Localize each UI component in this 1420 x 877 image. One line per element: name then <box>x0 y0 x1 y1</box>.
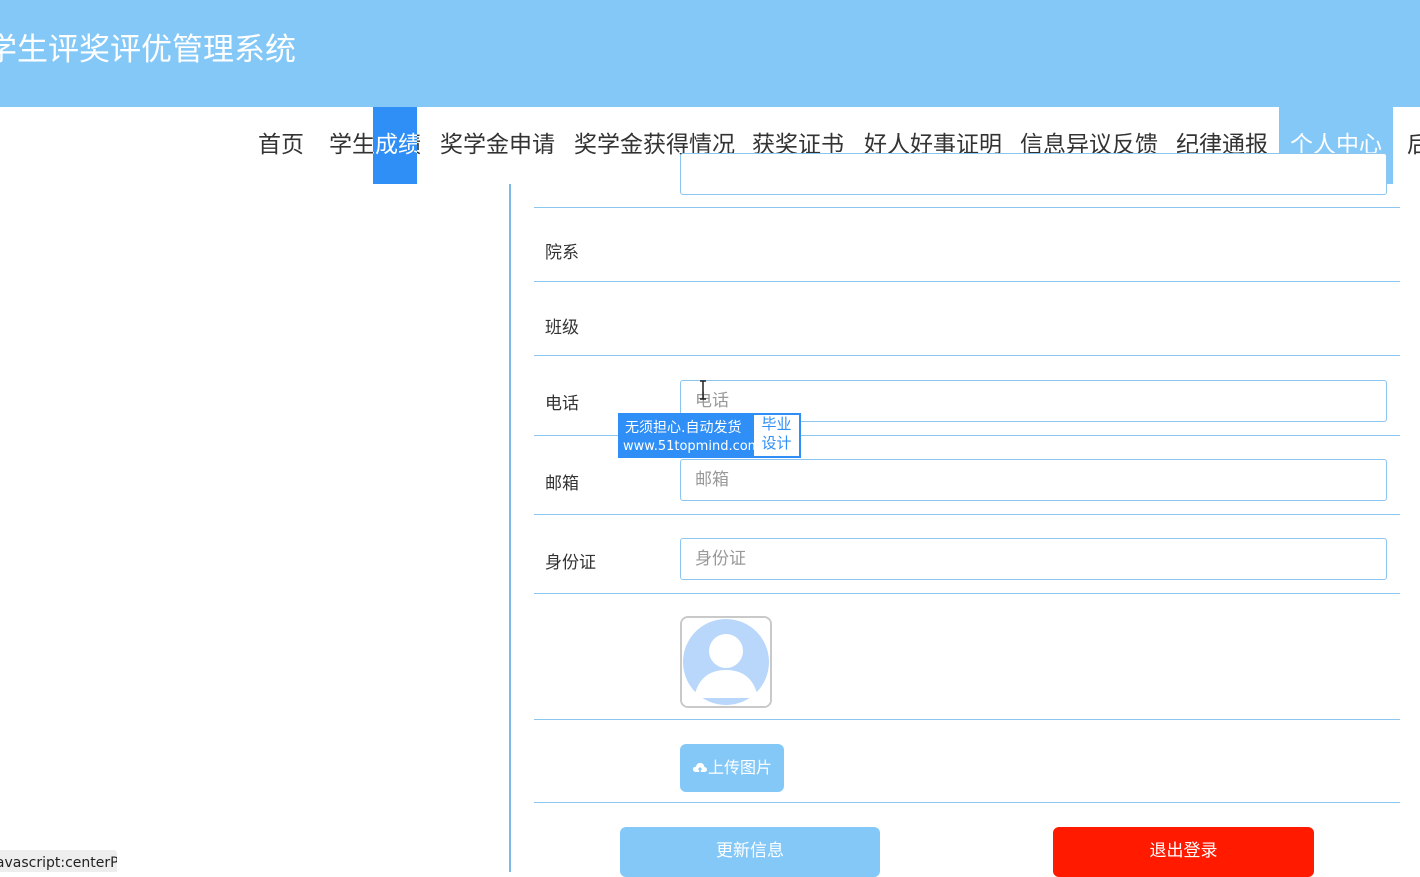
logout-button[interactable]: 退出登录 <box>1053 827 1314 877</box>
nav-cover <box>0 107 1420 184</box>
class-label: 班级 <box>545 318 579 338</box>
row-divider <box>534 719 1400 720</box>
text-cursor-icon <box>700 380 706 400</box>
idcard-label: 身份证 <box>545 553 596 573</box>
phone-label: 电话 <box>545 394 579 414</box>
email-input[interactable]: 邮箱 <box>680 459 1387 501</box>
cloud-upload-icon <box>692 762 708 773</box>
email-label: 邮箱 <box>545 474 579 494</box>
update-info-button[interactable]: 更新信息 <box>620 827 880 877</box>
watermark-badge: 无须担心.自动发货 www.51topmind.com 毕业 设计 <box>618 413 801 458</box>
site-title: 学生评奖评优管理系统 <box>0 32 296 68</box>
row-divider <box>534 281 1400 282</box>
browser-status-bar: javascript:centerPage(); <box>0 850 117 872</box>
watermark-text: 无须担心.自动发货 www.51topmind.com <box>619 414 760 457</box>
row-divider <box>534 593 1400 594</box>
row-divider <box>534 207 1400 208</box>
user-avatar-icon <box>682 618 770 706</box>
watermark-tag-line1: 毕业 <box>761 415 792 433</box>
watermark-line1: 无须担心.自动发货 <box>625 420 742 436</box>
content-left-border <box>509 184 511 872</box>
status-bar-text: javascript:centerPage(); <box>0 855 117 871</box>
upload-button-label: 上传图片 <box>707 758 772 777</box>
department-label: 院系 <box>545 243 579 263</box>
idcard-input[interactable]: 身份证 <box>680 538 1387 580</box>
watermark-tag: 毕业 设计 <box>754 415 799 456</box>
upload-image-button[interactable]: 上传图片 <box>680 744 784 792</box>
row-divider <box>534 514 1400 515</box>
row-divider <box>534 355 1400 356</box>
site-header: 学生评奖评优管理系统 <box>0 0 1420 107</box>
avatar-preview <box>680 616 772 708</box>
watermark-tag-line2: 设计 <box>761 434 792 452</box>
watermark-line2: www.51topmind.com <box>623 439 761 454</box>
row-divider <box>534 802 1400 803</box>
